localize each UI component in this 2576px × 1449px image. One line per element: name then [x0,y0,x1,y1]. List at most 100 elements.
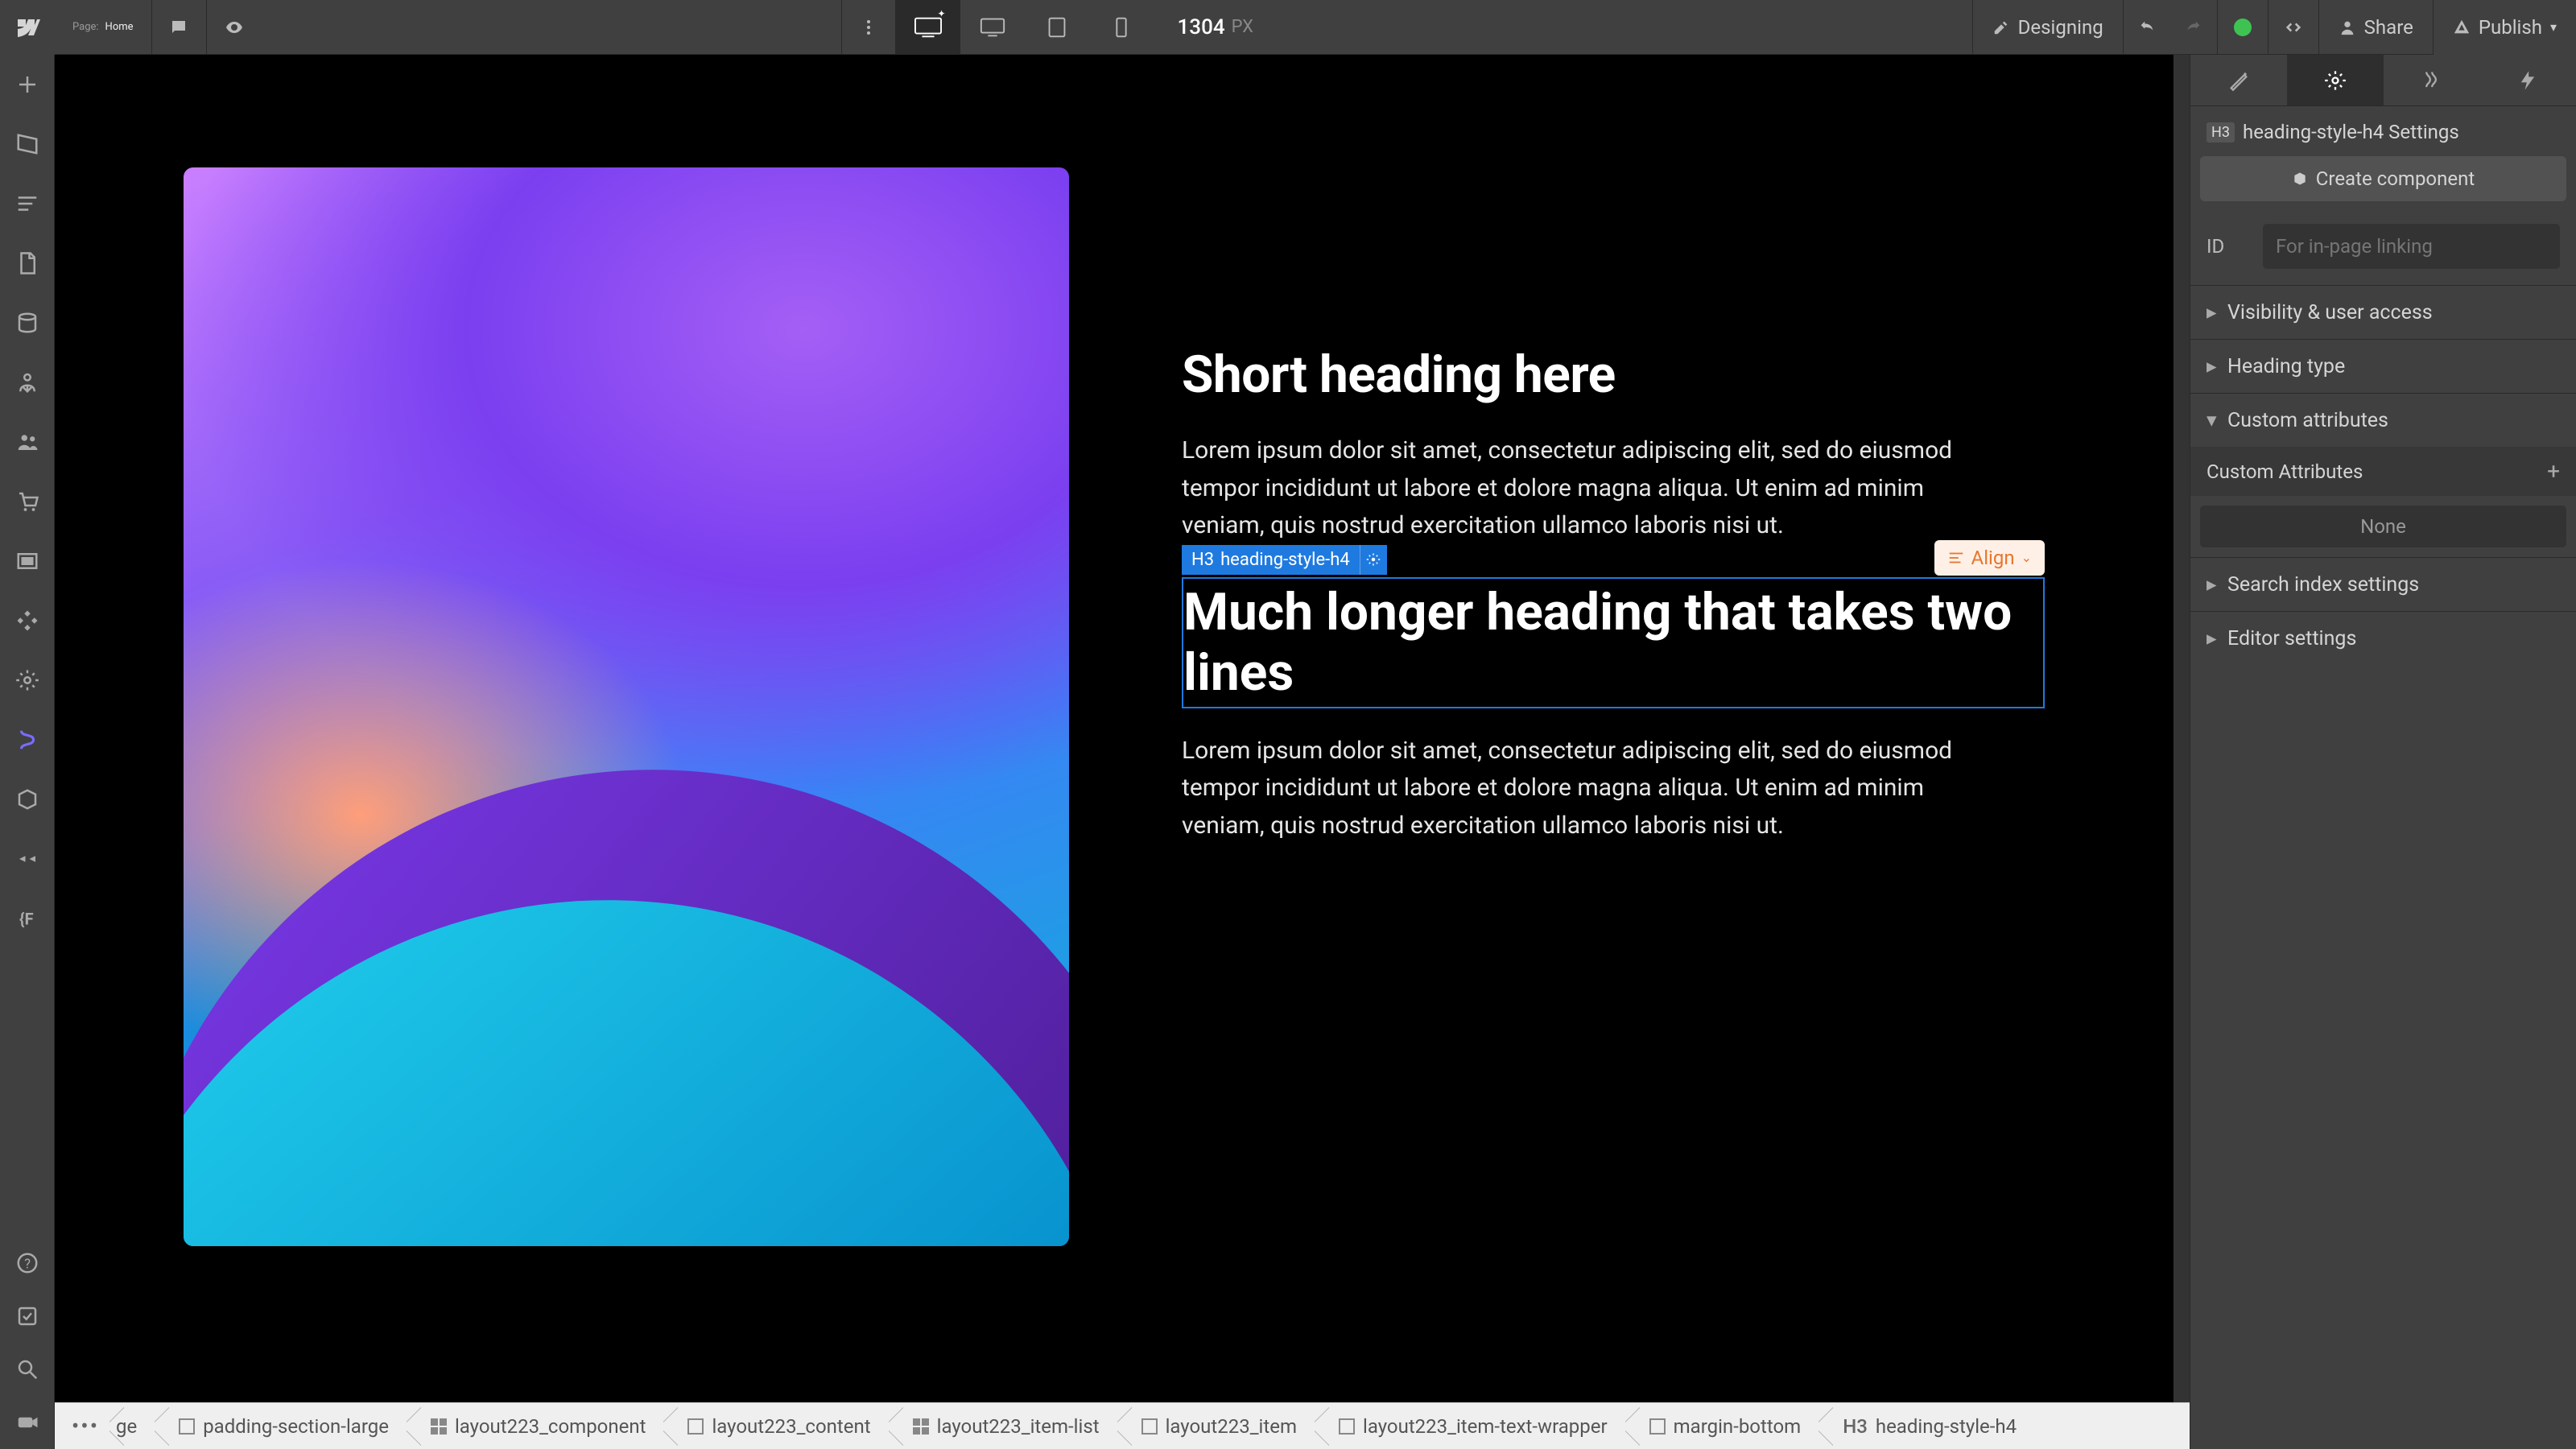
add-element-button[interactable] [0,55,55,114]
svg-text:{F: {F [19,910,34,929]
align-chip[interactable]: Align ⌄ [1934,540,2045,576]
box-icon [1649,1418,1666,1435]
paragraph-2[interactable]: Lorem ipsum dolor sit amet, consectetur … [1182,733,2003,845]
breadcrumb-current[interactable]: H3heading-style-h4 [1818,1403,2034,1449]
selected-element: H3 heading-style-h4 Align ⌄ [1182,577,2045,708]
panel-tabs [2190,55,2576,106]
breadcrumb-truncated[interactable]: ge [109,1403,155,1449]
canvas-width: 1304 [1178,15,1225,39]
selection-tag[interactable]: H3 heading-style-h4 [1182,545,1387,575]
box-icon [1141,1418,1158,1435]
device-tablet[interactable] [1025,0,1089,55]
caret-right-icon [2207,572,2218,597]
hero-image[interactable] [184,167,1069,1246]
settings-header: H3 heading-style-h4 Settings [2190,106,2576,151]
selection-settings-button[interactable] [1360,545,1387,575]
page-name: Home [105,21,134,33]
export-code-button[interactable] [2268,0,2318,55]
video-button[interactable] [0,1396,55,1449]
caret-right-icon [2207,626,2218,650]
settings-title: heading-style-h4 Settings [2243,121,2459,143]
audit-button[interactable] [0,1290,55,1343]
breadcrumb-item[interactable]: layout223_item [1117,1403,1315,1449]
tab-interactions[interactable] [2479,55,2576,105]
create-component-button[interactable]: Create component [2200,156,2566,201]
device-mobile[interactable] [1089,0,1154,55]
canvas-scrollbar[interactable] [2174,55,2190,1449]
breadcrumb-item[interactable]: layout223_component [407,1403,664,1449]
canvas-unit: PX [1232,17,1253,37]
canvas[interactable]: Short heading here Lorem ipsum dolor sit… [55,55,2174,1449]
publish-label: Publish [2479,16,2542,39]
settings-button[interactable] [0,650,55,710]
breadcrumb-overflow[interactable]: ••• [61,1413,109,1439]
breadcrumb-item[interactable]: margin-bottom [1625,1403,1819,1449]
heading-short[interactable]: Short heading here [1182,345,2045,405]
designing-label: Designing [2018,16,2103,39]
chevron-down-icon: ⌄ [2021,550,2032,565]
section-visibility[interactable]: Visibility & user access [2190,286,2576,339]
canvas-size[interactable]: 1304 PX [1178,15,1253,39]
create-component-label: Create component [2316,167,2475,190]
logic-button[interactable] [0,710,55,770]
comments-button[interactable] [152,0,207,55]
device-desktop[interactable] [960,0,1025,55]
help-button[interactable]: ? [0,1236,55,1290]
device-desktop-large[interactable]: ✦ [896,0,960,55]
element-badge: H3 [1843,1415,1868,1438]
left-tool-rail: {F ? [0,55,55,1449]
paragraph-1[interactable]: Lorem ipsum dolor sit amet, consectetur … [1182,432,2003,545]
navigator-button[interactable] [0,174,55,233]
assets-button[interactable] [0,531,55,591]
share-label: Share [2364,16,2413,39]
tab-style[interactable] [2190,55,2287,105]
breadcrumb-item[interactable]: layout223_content [663,1403,888,1449]
add-attribute-button[interactable]: + [2547,458,2560,485]
caret-right-icon [2207,354,2218,378]
attributes-none: None [2200,506,2566,547]
id-label: ID [2207,235,2247,258]
section-search-index[interactable]: Search index settings [2190,558,2576,611]
webflow-logo[interactable] [0,0,55,55]
search-button[interactable] [0,1343,55,1396]
share-button[interactable]: Share [2318,0,2433,55]
fonts-button[interactable]: {F [0,889,55,948]
variables-button[interactable] [0,829,55,889]
section-heading-type[interactable]: Heading type [2190,340,2576,393]
components-button[interactable] [0,770,55,829]
caret-down-icon [2207,408,2218,432]
caret-right-icon [2207,300,2218,324]
preview-button[interactable] [207,0,262,55]
section-custom-attributes[interactable]: Custom attributes [2190,394,2576,447]
breadcrumb-item[interactable]: layout223_item-text-wrapper [1315,1403,1625,1449]
publish-button[interactable]: Publish ▾ [2433,0,2576,55]
grid-icon [913,1418,929,1435]
id-input[interactable] [2263,224,2560,269]
pages-panel-button[interactable] [0,233,55,293]
content-column: Short heading here Lorem ipsum dolor sit… [1182,167,2045,877]
box-icon [687,1418,704,1435]
tab-settings[interactable] [2287,55,2384,105]
element-type-badge: H3 [2207,122,2235,142]
box-icon [179,1418,195,1435]
ecommerce-button[interactable] [0,472,55,531]
users-button[interactable] [0,353,55,412]
heading-long-selected[interactable]: Much longer heading that takes two lines [1182,577,2045,708]
users-panel-button[interactable] [0,412,55,472]
pages-button[interactable] [0,114,55,174]
align-label: Align [1971,547,2015,569]
designing-mode[interactable]: Designing [1972,0,2123,55]
status-indicator[interactable] [2217,0,2268,55]
cms-button[interactable] [0,293,55,353]
redo-button[interactable] [2170,0,2217,55]
status-dot-icon [2234,19,2252,36]
undo-button[interactable] [2123,0,2170,55]
breadcrumb-item[interactable]: layout223_item-list [889,1403,1117,1449]
section-editor[interactable]: Editor settings [2190,612,2576,665]
breadcrumb-item[interactable]: padding-section-large [155,1403,407,1449]
tab-style-manager[interactable] [2384,55,2480,105]
page-selector[interactable]: Page: Home [55,0,152,55]
chevron-down-icon: ▾ [2550,19,2557,35]
apps-button[interactable] [0,591,55,650]
canvas-menu-button[interactable] [841,0,896,55]
